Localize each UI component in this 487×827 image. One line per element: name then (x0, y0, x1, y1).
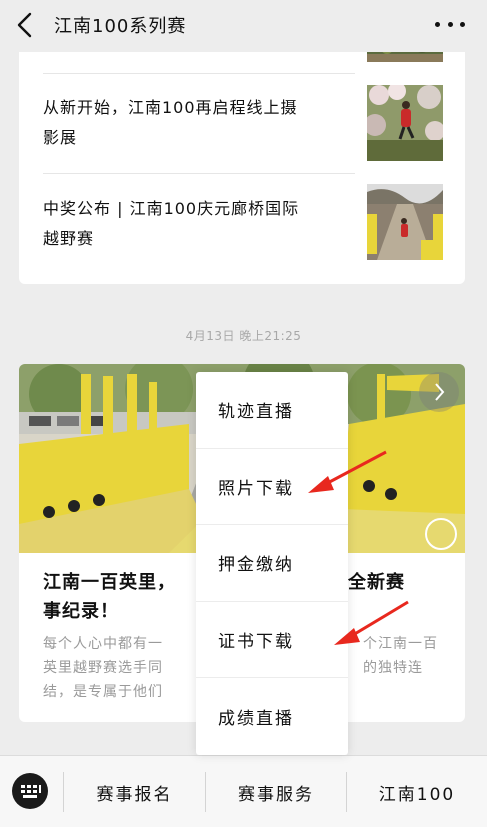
article-item[interactable]: 中奖公布 | 江南100庆元廊桥国际 越野赛 (43, 194, 355, 254)
summary-line: 每个人心中都有一 (43, 636, 163, 652)
article-title-line: 越野赛 (43, 229, 95, 248)
article-thumbnail[interactable] (367, 85, 443, 161)
headline-line: 江南一百英里， (43, 572, 176, 593)
tab-event-registration[interactable]: 赛事报名 (64, 770, 205, 814)
carousel-next-button[interactable] (419, 372, 459, 412)
article-title-line: 从新开始，江南100再启程线上摄 (43, 98, 298, 117)
summary-line-end: 的独特连 (363, 660, 423, 676)
menu-item-deposit-payment[interactable]: 押金缴纳 (196, 525, 348, 602)
red-arrow-annotation (334, 600, 409, 645)
article-list-card: 从新开始，江南100再启程线上摄 影展 中奖公布 | 江南100庆元廊桥国际 越… (19, 40, 465, 284)
message-timestamp: 4月13日 晚上21:25 (185, 329, 302, 343)
menu-item-certificate-download[interactable]: 证书下载 (196, 602, 348, 679)
summary-line: 英里越野赛选手同 (43, 660, 163, 676)
chevron-right-icon (435, 383, 445, 401)
article-title-line: 中奖公布 | 江南100庆元廊桥国际 (43, 199, 300, 218)
page-title: 江南100系列赛 (54, 16, 187, 37)
top-navigation-bar: 江南100系列赛 (0, 0, 487, 52)
tab-event-services[interactable]: 赛事服务 (206, 770, 346, 814)
divider (43, 173, 355, 174)
service-submenu: 轨迹直播 照片下载 押金缴纳 证书下载 成绩直播 (196, 372, 348, 755)
menu-item-results-live[interactable]: 成绩直播 (196, 678, 348, 755)
keyboard-icon[interactable] (12, 773, 48, 809)
red-arrow-annotation (308, 450, 387, 493)
tab-jiangnan100[interactable]: 江南100 (347, 770, 487, 814)
article-item[interactable]: 从新开始，江南100再启程线上摄 影展 (43, 93, 355, 153)
divider (43, 73, 355, 74)
article-title-line: 影展 (43, 128, 78, 147)
article-thumbnail[interactable] (367, 184, 443, 260)
bottom-menu-bar: 赛事报名 赛事服务 江南100 (0, 755, 487, 827)
more-dots-icon[interactable] (435, 14, 465, 34)
menu-item-track-live[interactable]: 轨迹直播 (196, 372, 348, 449)
chevron-left-icon[interactable] (14, 11, 36, 39)
